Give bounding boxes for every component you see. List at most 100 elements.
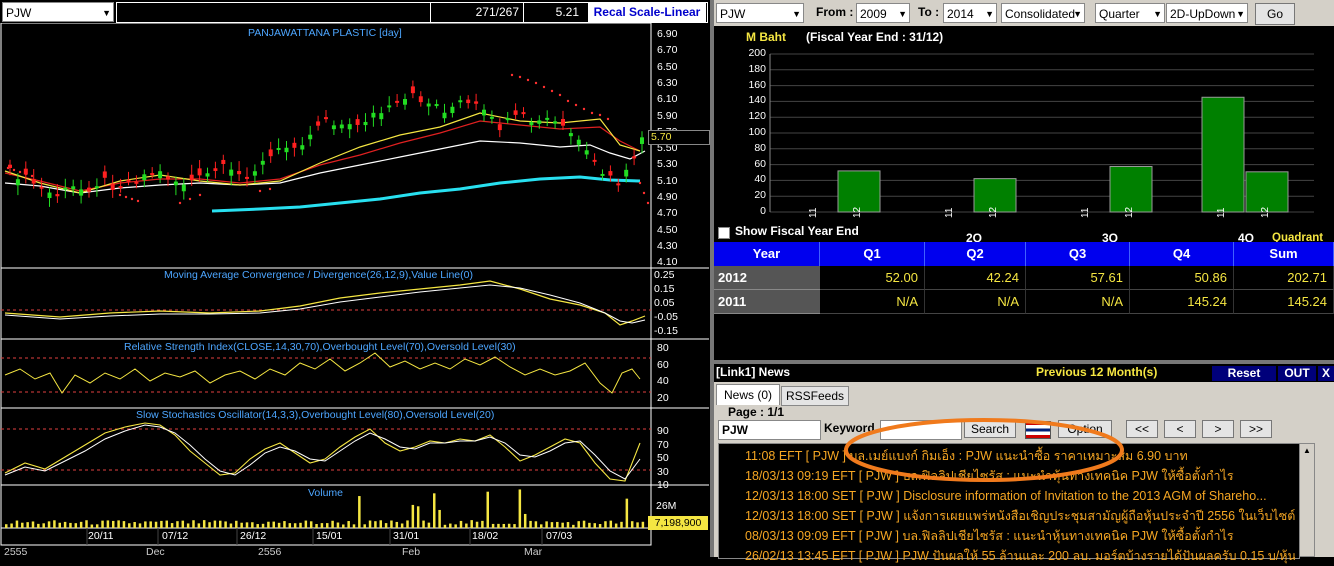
volume-bar <box>374 521 377 528</box>
news-nav-button[interactable]: >> <box>1240 420 1272 438</box>
volume-bar <box>133 522 136 528</box>
volume-bar <box>523 513 527 528</box>
bar-y-tick: 40 <box>754 173 766 186</box>
volume-bar <box>128 523 131 528</box>
news-close-button[interactable]: X <box>1318 366 1334 381</box>
table-cell: 52.00 <box>820 266 925 290</box>
news-out-button[interactable]: OUT <box>1278 366 1316 381</box>
go-button[interactable]: Go <box>1255 3 1295 25</box>
news-item[interactable]: 12/03/13 18:00 SET [ PJW ] แจ้งการเผยแพร… <box>745 506 1295 526</box>
volume-bar <box>459 520 463 528</box>
volume-bar <box>470 520 473 528</box>
bar-year-label: 11 <box>1216 207 1227 218</box>
candle-body <box>403 99 407 105</box>
volume-bar <box>299 522 302 528</box>
candle-body <box>23 168 28 175</box>
volume-bar <box>122 521 126 528</box>
volume-bar <box>170 523 174 528</box>
volume-bar <box>154 521 158 528</box>
scroll-up-icon[interactable]: ▲ <box>1300 444 1314 458</box>
fiscal-year-label: (Fiscal Year End : 31/12) <box>806 30 944 44</box>
table-header: Sum <box>1234 242 1334 266</box>
volume-bar <box>593 523 596 528</box>
bar-y-tick: 60 <box>754 157 766 170</box>
tab-rss[interactable]: RSSFeeds <box>781 386 849 406</box>
volume-bar <box>224 521 227 528</box>
candle-body <box>55 194 60 197</box>
volume-bar <box>74 523 78 528</box>
tab-news[interactable]: News (0) <box>716 384 780 405</box>
volume-bar <box>47 521 51 528</box>
volume-bar <box>315 524 318 528</box>
candle-body <box>497 124 502 131</box>
volume-bar <box>272 521 275 528</box>
candle-body <box>229 169 234 176</box>
table-header: Q4 <box>1130 242 1234 266</box>
candle-body <box>213 168 218 171</box>
candle-body <box>616 183 621 186</box>
volume-bar <box>138 523 142 528</box>
sto-tick: 70 <box>657 438 669 451</box>
candle-body <box>458 100 463 103</box>
table-header: Q1 <box>820 242 925 266</box>
news-item[interactable]: 26/02/13 13:45 EFT [ PJW ] PJW ปันผลให้ … <box>745 546 1295 566</box>
candle-body <box>640 137 644 144</box>
candle-body <box>87 187 91 192</box>
right-symbol-combo[interactable]: PJW ▼ <box>716 3 804 23</box>
to-year-combo[interactable]: 2014 ▼ <box>943 3 997 23</box>
candle-body <box>474 101 479 104</box>
candle-body <box>71 186 76 190</box>
volume-bar <box>112 520 115 528</box>
price-tick: 4.90 <box>657 191 678 203</box>
candle-body <box>63 187 68 190</box>
candle-body <box>608 171 613 176</box>
price-chart[interactable] <box>0 23 710 557</box>
news-reset-button[interactable]: Reset <box>1212 366 1276 381</box>
recal-scale-button[interactable]: Recal Scale-Linear <box>588 3 706 22</box>
volume-bar <box>598 524 602 528</box>
volume-bar <box>213 520 217 528</box>
volume-bar <box>625 498 629 528</box>
candle-body <box>8 164 12 168</box>
chevron-down-icon: ▼ <box>1073 9 1082 19</box>
news-symbol-input[interactable]: PJW <box>718 420 821 440</box>
volume-bar <box>208 522 211 528</box>
volume-bar <box>261 523 265 528</box>
candle-body <box>418 96 423 103</box>
table-cell: N/A <box>820 290 925 314</box>
volume-bar <box>390 520 393 528</box>
view-value: 2D-UpDown <box>1170 7 1236 21</box>
candle-body <box>268 149 273 157</box>
candle-body <box>482 109 486 116</box>
x-month-label: Dec <box>146 546 165 558</box>
candle-body <box>600 173 605 176</box>
price-tick: 4.10 <box>657 256 678 269</box>
period-combo[interactable]: Quarter ▼ <box>1095 3 1165 23</box>
volume-bar <box>197 523 201 528</box>
candle-body <box>561 118 565 126</box>
candle-body <box>371 112 376 118</box>
volume-bar <box>277 522 281 528</box>
candle-body <box>158 171 163 179</box>
mode-combo[interactable]: Consolidated ▼ <box>1001 3 1085 23</box>
symbol-combo[interactable]: PJW ▼ <box>2 2 114 22</box>
x-date-label: 18/02 <box>472 530 499 542</box>
news-item[interactable]: 08/03/13 09:09 EFT [ PJW ] บล.ฟิลลิปเชีย… <box>745 526 1295 546</box>
news-nav-button[interactable]: < <box>1164 420 1196 438</box>
volume-bar <box>106 520 110 528</box>
rsi-tick: 20 <box>657 391 669 404</box>
volume-bar <box>422 520 425 528</box>
volume-bar <box>37 523 40 528</box>
candle-body <box>410 86 415 94</box>
candle-body <box>181 184 186 192</box>
volume-bar <box>475 521 479 528</box>
show-fy-checkbox[interactable] <box>718 227 730 239</box>
volume-bar <box>614 523 618 528</box>
news-nav-button[interactable]: > <box>1202 420 1234 438</box>
chevron-down-icon: ▼ <box>1153 9 1162 19</box>
volume-bar <box>636 522 639 528</box>
from-year-combo[interactable]: 2009 ▼ <box>856 3 910 23</box>
bar-3Q-12 <box>1109 165 1153 213</box>
view-combo[interactable]: 2D-UpDown ▼ <box>1166 3 1248 23</box>
news-scrollbar[interactable]: ▲ <box>1299 443 1315 557</box>
